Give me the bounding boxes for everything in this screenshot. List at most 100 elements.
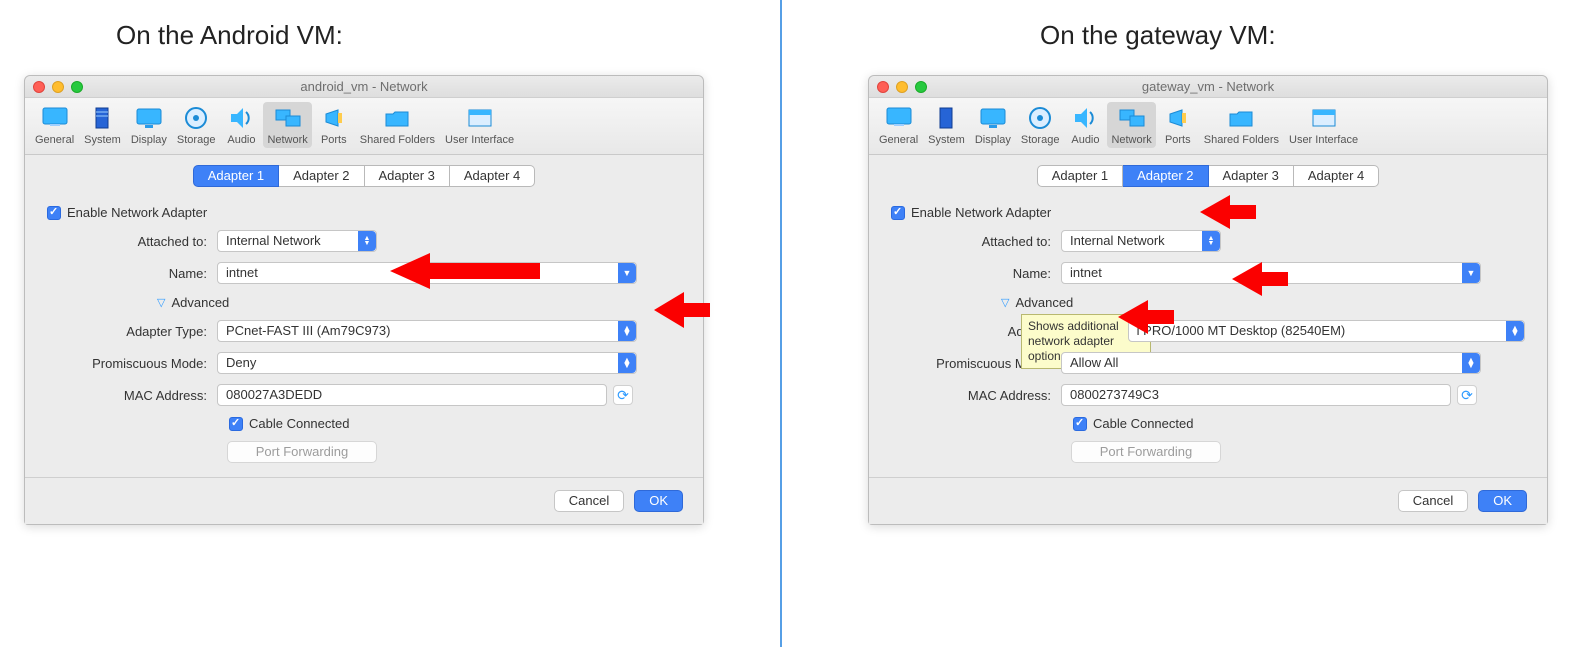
label: General: [879, 134, 918, 146]
promiscuous-mode-select[interactable]: Deny ▲▼: [217, 352, 637, 374]
cable-connected-checkbox[interactable]: [229, 417, 243, 431]
toolbar-item-network[interactable]: Network: [1107, 102, 1155, 148]
toolbar-item-storage[interactable]: Storage: [1017, 102, 1064, 148]
port-forwarding-button[interactable]: Port Forwarding: [1071, 441, 1221, 463]
cable-connected-label: Cable Connected: [1093, 416, 1193, 431]
enable-network-adapter-checkbox[interactable]: [47, 206, 61, 220]
toolbar-item-shared-folders[interactable]: Shared Folders: [1200, 102, 1283, 148]
toolbar-item-system[interactable]: System: [80, 102, 125, 148]
chevron-updown-icon: ▲▼: [1506, 321, 1524, 341]
chevron-updown-icon: ▲▼: [618, 353, 636, 373]
tab-adapter-2[interactable]: Adapter 2: [1123, 165, 1208, 187]
ok-button[interactable]: OK: [1478, 490, 1527, 512]
adapter-type-value: PCnet-FAST III (Am79C973): [226, 323, 391, 338]
name-value: intnet: [226, 265, 258, 280]
toolbar-item-network[interactable]: Network: [263, 102, 311, 148]
adapter-type-select[interactable]: PCnet-FAST III (Am79C973) ▲▼: [217, 320, 637, 342]
toolbar-item-shared-folders[interactable]: Shared Folders: [356, 102, 439, 148]
close-icon[interactable]: [877, 81, 889, 93]
mac-address-input[interactable]: 080027A3DEDD: [217, 384, 607, 406]
adapter-tabs: Adapter 1 Adapter 2 Adapter 3 Adapter 4: [891, 165, 1525, 187]
titlebar: gateway_vm - Network: [869, 76, 1547, 98]
promiscuous-mode-select[interactable]: Allow All ▲▼: [1061, 352, 1481, 374]
advanced-disclosure[interactable]: ▽ Advanced: [157, 295, 229, 310]
toolbar-item-general[interactable]: General: [875, 102, 922, 148]
chevron-updown-icon: ▲▼: [358, 231, 376, 251]
name-combo[interactable]: intnet ▼: [217, 262, 637, 284]
tab-adapter-3[interactable]: Adapter 3: [365, 165, 450, 187]
cancel-button[interactable]: Cancel: [554, 490, 624, 512]
label: Shared Folders: [360, 134, 435, 146]
cancel-button[interactable]: Cancel: [1398, 490, 1468, 512]
promiscuous-mode-label: Promiscuous Mode:: [47, 356, 217, 371]
name-label: Name:: [47, 266, 217, 281]
port-forwarding-button[interactable]: Port Forwarding: [227, 441, 377, 463]
toolbar-item-user-interface[interactable]: User Interface: [1285, 102, 1362, 148]
titlebar: android_vm - Network: [25, 76, 703, 98]
toolbar-item-display[interactable]: Display: [127, 102, 171, 148]
mac-address-input[interactable]: 0800273749C3: [1061, 384, 1451, 406]
label: Ports: [321, 134, 347, 146]
close-icon[interactable]: [33, 81, 45, 93]
attached-to-label: Attached to:: [47, 234, 217, 249]
refresh-mac-button[interactable]: ⟳: [613, 385, 633, 405]
right-heading: On the gateway VM:: [860, 20, 1560, 51]
label: Audio: [227, 134, 255, 146]
toolbar-item-ports[interactable]: Ports: [314, 102, 354, 148]
mac-address-label: MAC Address:: [891, 388, 1061, 403]
tab-adapter-4[interactable]: Adapter 4: [450, 165, 535, 187]
minimize-icon[interactable]: [896, 81, 908, 93]
attached-to-select[interactable]: Internal Network ▲▼: [1061, 230, 1221, 252]
attached-to-select[interactable]: Internal Network ▲▼: [217, 230, 377, 252]
promiscuous-mode-value: Allow All: [1070, 355, 1118, 370]
name-label: Name:: [891, 266, 1061, 281]
label: Display: [975, 134, 1011, 146]
advanced-label: Advanced: [1015, 295, 1073, 310]
toolbar-item-storage[interactable]: Storage: [173, 102, 220, 148]
label: General: [35, 134, 74, 146]
left-heading: On the Android VM:: [16, 20, 716, 51]
chevron-updown-icon: ▲▼: [618, 321, 636, 341]
toolbar-item-user-interface[interactable]: User Interface: [441, 102, 518, 148]
enable-network-adapter-label: Enable Network Adapter: [67, 205, 207, 220]
mac-address-value: 0800273749C3: [1070, 387, 1159, 402]
settings-toolbar: General System Display Storage Audio Net…: [869, 98, 1547, 155]
cable-connected-label: Cable Connected: [249, 416, 349, 431]
zoom-icon[interactable]: [915, 81, 927, 93]
label: User Interface: [445, 134, 514, 146]
triangle-down-icon: ▽: [1001, 296, 1009, 309]
chevron-updown-icon: ▲▼: [1202, 231, 1220, 251]
zoom-icon[interactable]: [71, 81, 83, 93]
label: Shared Folders: [1204, 134, 1279, 146]
toolbar-item-general[interactable]: General: [31, 102, 78, 148]
promiscuous-mode-value: Deny: [226, 355, 256, 370]
tab-adapter-2[interactable]: Adapter 2: [279, 165, 364, 187]
ok-button[interactable]: OK: [634, 490, 683, 512]
chevron-updown-icon: ▲▼: [1462, 353, 1480, 373]
refresh-mac-button[interactable]: ⟳: [1457, 385, 1477, 405]
adapter-type-value: l PRO/1000 MT Desktop (82540EM): [1137, 323, 1346, 338]
android-vm-network-window: android_vm - Network General System Disp…: [24, 75, 704, 525]
toolbar-item-system[interactable]: System: [924, 102, 969, 148]
toolbar-item-audio[interactable]: Audio: [221, 102, 261, 148]
chevron-down-icon: ▼: [618, 263, 636, 283]
minimize-icon[interactable]: [52, 81, 64, 93]
enable-network-adapter-checkbox[interactable]: [891, 206, 905, 220]
advanced-disclosure[interactable]: ▽ Advanced: [1001, 295, 1073, 310]
cable-connected-checkbox[interactable]: [1073, 417, 1087, 431]
toolbar-item-ports[interactable]: Ports: [1158, 102, 1198, 148]
toolbar-item-audio[interactable]: Audio: [1065, 102, 1105, 148]
toolbar-item-display[interactable]: Display: [971, 102, 1015, 148]
label: Network: [267, 134, 307, 146]
attached-to-label: Attached to:: [891, 234, 1061, 249]
enable-network-adapter-label: Enable Network Adapter: [911, 205, 1051, 220]
mac-address-value: 080027A3DEDD: [226, 387, 322, 402]
tab-adapter-3[interactable]: Adapter 3: [1209, 165, 1294, 187]
tab-adapter-4[interactable]: Adapter 4: [1294, 165, 1379, 187]
tab-adapter-1[interactable]: Adapter 1: [1037, 165, 1123, 187]
adapter-type-select[interactable]: l PRO/1000 MT Desktop (82540EM) ▲▼: [1128, 320, 1525, 342]
name-combo[interactable]: intnet ▼: [1061, 262, 1481, 284]
label: Audio: [1071, 134, 1099, 146]
attached-to-value: Internal Network: [226, 233, 321, 248]
tab-adapter-1[interactable]: Adapter 1: [193, 165, 279, 187]
